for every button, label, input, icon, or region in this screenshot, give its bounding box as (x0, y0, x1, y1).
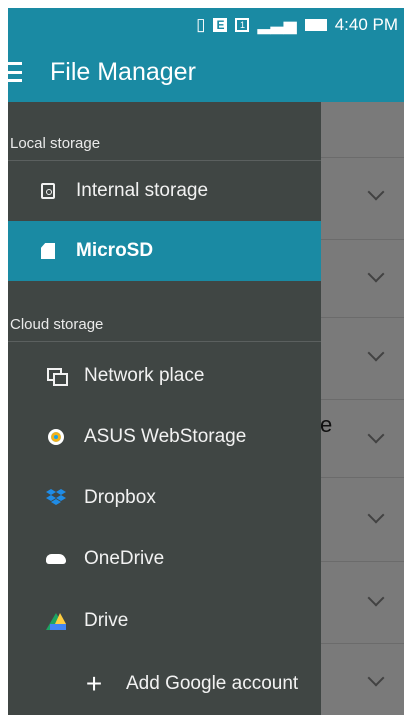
sim-icon: 1 (235, 18, 250, 32)
hamburger-menu-icon[interactable] (8, 62, 26, 82)
drawer-item-label: OneDrive (84, 548, 165, 569)
local-storage-header: Local storage (8, 135, 321, 161)
drawer-item-dropbox[interactable]: Dropbox (8, 468, 321, 528)
cloud-storage-header: Cloud storage (8, 316, 321, 342)
drawer-item-label: Network place (84, 365, 205, 386)
vibrate-icon: ▯ (196, 15, 206, 34)
status-time: 4:40 PM (334, 15, 398, 34)
add-google-account-label: Add Google account (126, 673, 299, 694)
network-place-icon (46, 366, 68, 386)
status-bar: ▯ E 1 ▂▃▅ 4:40 PM (8, 8, 404, 42)
signal-icon: ▂▃▅ (257, 15, 297, 34)
onedrive-icon (46, 549, 66, 569)
drawer-item-drive[interactable]: Drive (8, 591, 321, 651)
drawer-item-microsd[interactable]: MicroSD (8, 221, 321, 281)
dropbox-icon (46, 488, 66, 508)
battery-icon (304, 19, 327, 31)
sd-card-icon (38, 241, 58, 261)
drawer-item-label: Dropbox (84, 487, 156, 508)
drawer-item-internal-storage[interactable]: Internal storage (8, 161, 321, 221)
drawer-item-network-place[interactable]: Network place (8, 346, 321, 406)
edge-data-icon: E (213, 18, 228, 32)
drawer-item-label: MicroSD (76, 240, 154, 261)
screen: e ▯ E 1 ▂▃▅ 4:40 PM File Manager Local s… (0, 0, 404, 715)
internal-storage-icon (38, 181, 58, 201)
google-drive-icon (46, 611, 66, 631)
asus-webstorage-icon (46, 427, 66, 447)
drawer-item-asus-webstorage[interactable]: ASUS WebStorage (8, 407, 321, 467)
drawer-item-label: Drive (84, 610, 129, 631)
add-google-account-button[interactable]: + Add Google account (8, 654, 321, 714)
plus-icon: + (85, 668, 103, 699)
navigation-drawer: Local storage Internal storage MicroSD C… (8, 102, 321, 715)
drawer-item-label: Internal storage (76, 180, 209, 201)
app-title: File Manager (50, 57, 196, 86)
drawer-item-label: ASUS WebStorage (84, 426, 247, 447)
drawer-item-onedrive[interactable]: OneDrive (8, 529, 321, 589)
app-bar: File Manager (8, 42, 404, 102)
